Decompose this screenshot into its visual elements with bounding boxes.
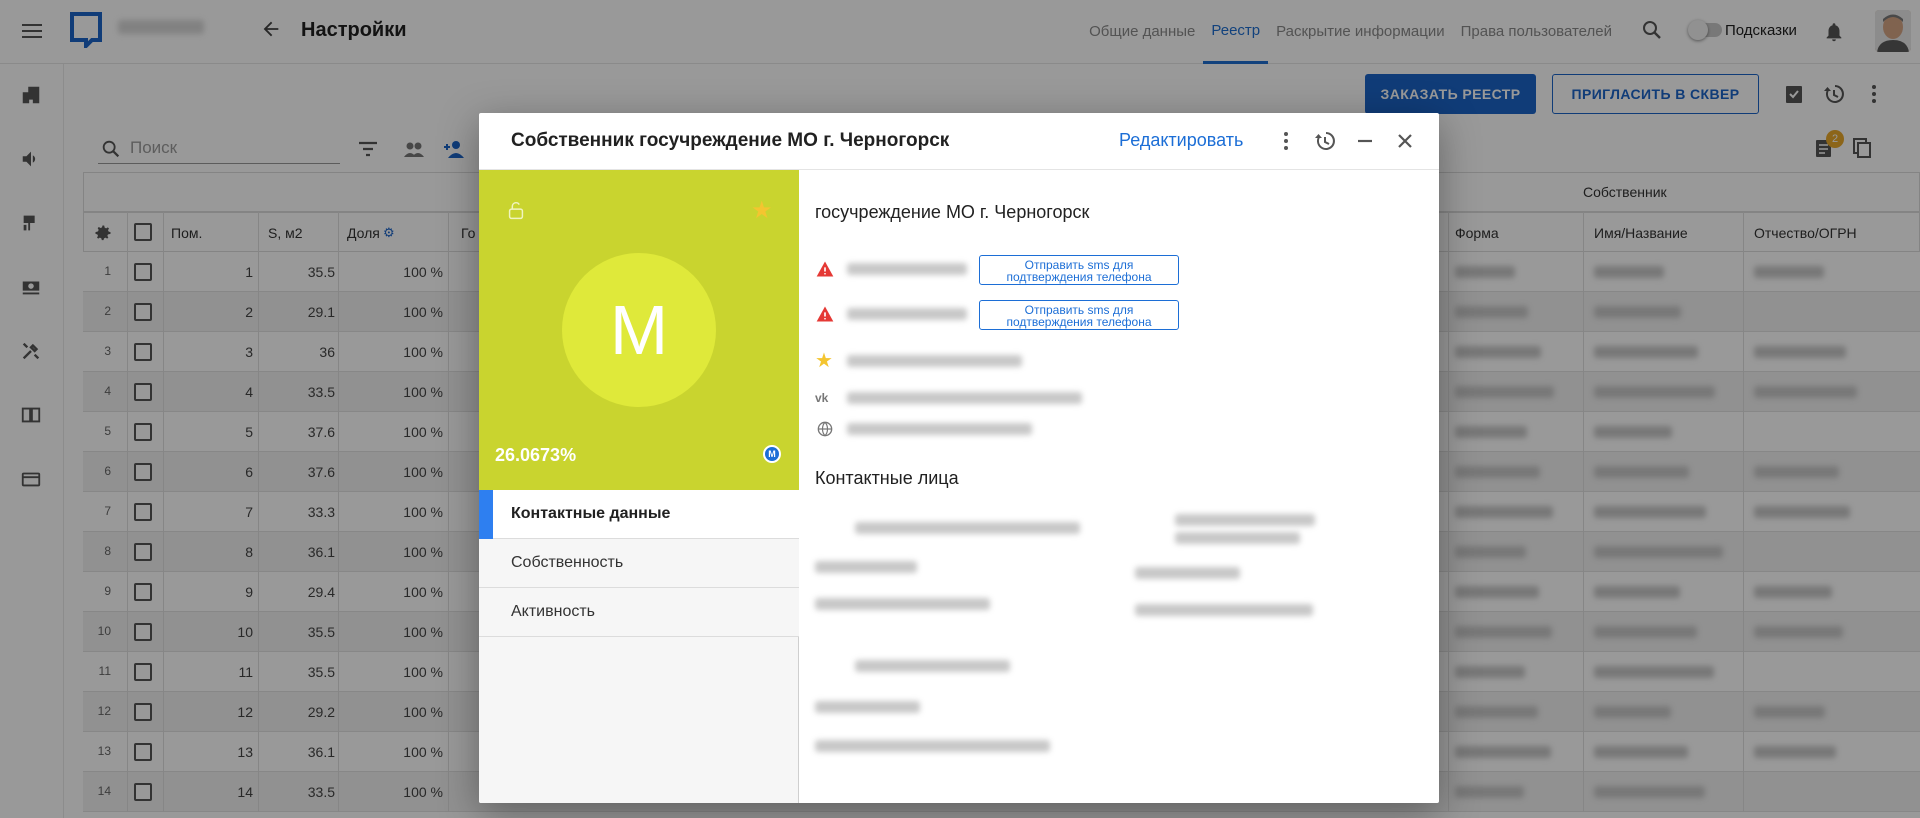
dialog-sidebar: ★ М 26.0673% М Контактные данные Собстве… bbox=[479, 170, 799, 803]
dialog-menu: Контактные данные Собственность Активнос… bbox=[479, 490, 799, 637]
favorite-star-icon[interactable]: ★ bbox=[751, 196, 773, 225]
edit-link[interactable]: Редактировать bbox=[1119, 130, 1243, 151]
owner-avatar: М bbox=[562, 253, 716, 407]
menu-property[interactable]: Собственность bbox=[479, 539, 799, 588]
minimize-icon[interactable] bbox=[1353, 129, 1377, 153]
phone-value-2 bbox=[847, 308, 967, 320]
close-icon[interactable] bbox=[1393, 129, 1417, 153]
contact-details: госучреждение МО г. Черногорск Отправить… bbox=[815, 170, 1425, 803]
warning-icon bbox=[816, 261, 834, 277]
website-row bbox=[815, 415, 1415, 443]
phone-row-2: Отправить sms для подтверждения телефона bbox=[815, 300, 1415, 330]
unlock-icon[interactable] bbox=[505, 200, 527, 222]
phone-row-1: Отправить sms для подтверждения телефона bbox=[815, 255, 1415, 285]
contact-name-3 bbox=[855, 660, 1010, 672]
contact-name-2b bbox=[1175, 532, 1300, 544]
contacts-heading: Контактные лица bbox=[815, 468, 959, 488]
email-value bbox=[847, 355, 1022, 367]
vk-icon: vk bbox=[815, 391, 829, 405]
contact-name-1 bbox=[855, 522, 1080, 534]
owner-name: госучреждение МО г. Черногорск bbox=[815, 202, 1090, 222]
contact-phone-3 bbox=[815, 701, 920, 713]
dialog-more-icon[interactable] bbox=[1274, 129, 1298, 153]
vk-value[interactable] bbox=[847, 392, 1082, 404]
contact-phone-1 bbox=[815, 561, 917, 573]
contact-name-2 bbox=[1175, 514, 1315, 526]
contact-email-3 bbox=[815, 740, 1050, 752]
warning-icon bbox=[816, 306, 834, 322]
contact-phone-2 bbox=[1135, 567, 1240, 579]
dialog-title: Собственник госучреждение МО г. Черногор… bbox=[511, 130, 950, 151]
dialog-history-icon[interactable] bbox=[1313, 129, 1337, 153]
website-value[interactable] bbox=[847, 423, 1032, 435]
primary-star-icon: ★ bbox=[815, 350, 833, 372]
vk-row: vk bbox=[815, 384, 1415, 412]
send-sms-button-1[interactable]: Отправить sms для подтверждения телефона bbox=[979, 255, 1179, 285]
menu-activity[interactable]: Активность bbox=[479, 588, 799, 637]
email-row: ★ bbox=[815, 347, 1415, 375]
contact-email-2 bbox=[1135, 604, 1313, 616]
send-sms-button-2[interactable]: Отправить sms для подтверждения телефона bbox=[979, 300, 1179, 330]
dialog-header: Собственник госучреждение МО г. Черногор… bbox=[479, 113, 1439, 170]
ownership-share: 26.0673% bbox=[495, 445, 577, 465]
phone-value-1 bbox=[847, 263, 967, 275]
owner-type-badge: М bbox=[763, 445, 781, 463]
owner-dialog: Собственник госучреждение МО г. Черногор… bbox=[479, 113, 1439, 803]
contact-email-1 bbox=[815, 598, 990, 610]
globe-icon bbox=[817, 421, 833, 437]
menu-contacts[interactable]: Контактные данные bbox=[479, 490, 799, 539]
owner-card: ★ М 26.0673% М bbox=[479, 170, 799, 490]
